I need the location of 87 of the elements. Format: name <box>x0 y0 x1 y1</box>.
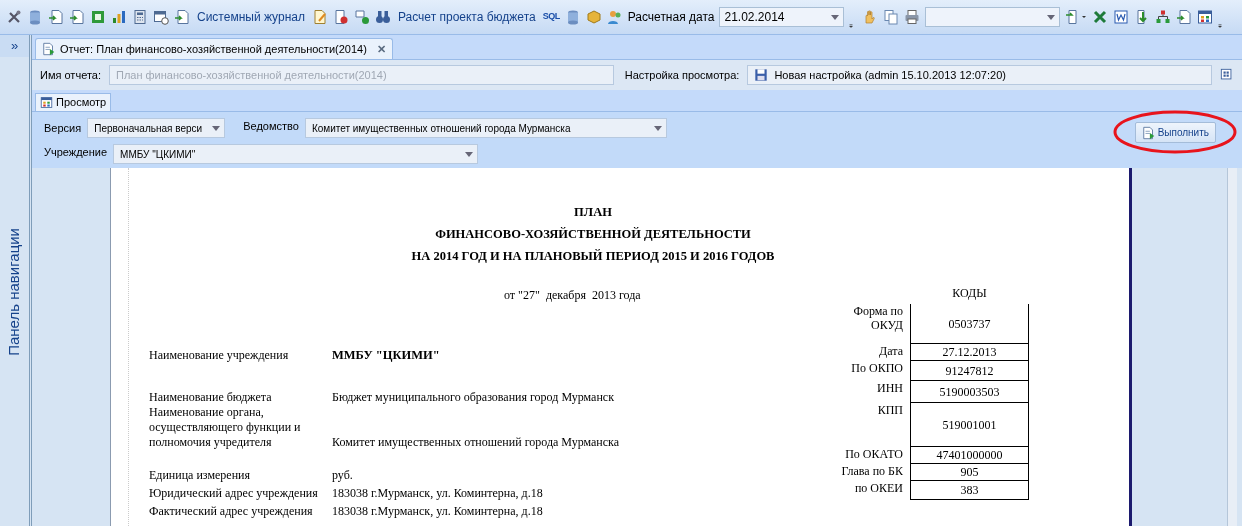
code-cell: 5190003503 <box>910 381 1029 403</box>
code-label: Форма по ОКУД <box>853 304 903 332</box>
layout-icon[interactable] <box>1220 68 1234 82</box>
field-label: Настройка просмотра: <box>624 67 740 83</box>
copy-icon[interactable] <box>883 9 900 25</box>
run-button[interactable]: Выполнить <box>1134 122 1216 143</box>
calendar-icon[interactable] <box>153 9 169 25</box>
field-label: Наименование учреждения <box>148 348 290 363</box>
code-label: Дата <box>879 344 903 358</box>
document-arrow-icon[interactable] <box>1176 9 1193 25</box>
cube-icon[interactable] <box>585 9 602 25</box>
codes-title: КОДЫ <box>951 286 988 301</box>
export-icon[interactable] <box>1065 9 1088 25</box>
field-value: ММБУ "ЦКИМИ" <box>332 348 440 363</box>
caret-icon <box>465 151 474 157</box>
field-value: Комитет имущественных отношений города Мурманска <box>332 435 620 450</box>
field-label: Имя отчета: <box>40 67 101 83</box>
caret-icon <box>653 125 662 131</box>
code-cell: 519001001 <box>910 403 1029 447</box>
field-value: 183038 г.Мурманск, ул. Коминтерна, д.18 <box>332 486 543 501</box>
code-label: По ОКАТО <box>845 447 903 461</box>
save-icon <box>754 68 769 82</box>
close-icon[interactable]: ✕ <box>376 40 386 58</box>
sql-icon[interactable]: SQL <box>542 10 560 24</box>
code-cell: 905 <box>910 464 1029 481</box>
expand-button[interactable]: » <box>0 35 29 57</box>
code-cell: 27.12.2013 <box>910 344 1029 361</box>
view-tab[interactable]: Просмотр <box>35 93 112 111</box>
spreadsheet-icon[interactable] <box>1092 9 1109 25</box>
code-label: Глава по БК <box>841 464 903 478</box>
code-label: По ОКПО <box>851 361 903 375</box>
field-label: Версия <box>44 120 82 136</box>
caret-icon <box>212 125 221 131</box>
code-label: КПП <box>877 403 903 417</box>
run-document-icon <box>42 42 56 56</box>
field-label: Ведомство <box>243 118 299 134</box>
code-label: ИНН <box>877 381 903 395</box>
run-document-icon <box>1141 125 1156 140</box>
code-cell: 47401000000 <box>910 447 1029 464</box>
report-title: НА 2014 ГОД И НА ПЛАНОВЫЙ ПЕРИОД 2015 И 2016 ГОДОВ <box>410 248 776 265</box>
binoculars-icon[interactable] <box>374 9 391 25</box>
document-arrow-icon[interactable] <box>48 9 64 25</box>
field-label: Юридический адрес учреждения <box>148 486 319 501</box>
wrench-icon[interactable] <box>6 9 22 25</box>
document-arrow-icon[interactable] <box>69 9 85 25</box>
document-tab[interactable]: Отчет: План финансово-хозяйственной деятельности(2014) ✕ <box>35 38 393 59</box>
navigation-panel-title[interactable]: Панель навигации <box>3 227 26 356</box>
field-label: Наименование бюджета <box>148 390 273 405</box>
toolbar-button[interactable]: Системный журнал <box>195 8 307 26</box>
field-value: 183038 г.Мурманск, ул. Коминтерна, д.18 <box>332 504 543 519</box>
pencil-document-icon[interactable] <box>311 9 328 25</box>
dropdown-field[interactable]: 21.02.2014 <box>719 7 845 27</box>
field-value: Бюджет муниципального образования город Мурманск <box>332 390 614 405</box>
code-cell: 0503737 <box>910 304 1029 344</box>
dropdown-field[interactable] <box>925 7 1061 27</box>
printer-icon[interactable] <box>904 9 921 25</box>
hierarchy-icon[interactable] <box>1155 9 1172 25</box>
field-label: Расчетная дата <box>627 9 715 26</box>
caret-icon <box>831 14 840 20</box>
field-label: Учреждение <box>44 144 108 160</box>
field-label: Единица измерения <box>148 468 252 483</box>
field-label: Наименование органа, осуществляющего функции и полномочия учредителя <box>148 405 302 450</box>
letter-document-icon[interactable] <box>1113 9 1130 25</box>
report-date: от "27" декабря 2013 года <box>503 287 642 304</box>
code-cell: 91247812 <box>910 361 1029 381</box>
input-field: План финансово-хозяйственной деятельности(2014) <box>108 65 614 85</box>
field-label: Фактический адрес учреждения <box>148 504 314 519</box>
grid-icon <box>40 96 53 109</box>
report-title: ФИНАНСОВО-ХОЗЯЙСТВЕННОЙ ДЕЯТЕЛЬНОСТИ <box>434 226 752 243</box>
bar-chart-icon[interactable] <box>111 9 127 25</box>
people-icon[interactable] <box>606 9 623 25</box>
report-title: ПЛАН <box>573 204 613 221</box>
calculator-icon[interactable] <box>132 9 148 25</box>
frame-icon[interactable] <box>90 9 106 25</box>
code-label: по ОКЕИ <box>854 481 903 495</box>
code-cell: 383 <box>910 481 1029 500</box>
field-value: руб. <box>332 468 353 483</box>
dropdown-field[interactable]: Комитет имущественных отношений города Мурманска <box>304 118 667 138</box>
document-arrow-icon[interactable] <box>174 9 190 25</box>
grid-icon[interactable] <box>1197 9 1214 25</box>
toolbar-button[interactable]: Расчет проекта бюджета <box>395 8 538 26</box>
scrollbar[interactable] <box>1227 168 1237 526</box>
settings-field[interactable]: Новая настройка (admin 15.10.2013 12:07:20) <box>747 65 1212 85</box>
caret-icon <box>1047 14 1056 20</box>
dropdown-field[interactable]: ММБУ "ЦКИМИ" <box>113 144 479 164</box>
dropdown-field[interactable]: Первоначальная верси <box>87 118 226 138</box>
database-icon[interactable] <box>27 9 43 25</box>
